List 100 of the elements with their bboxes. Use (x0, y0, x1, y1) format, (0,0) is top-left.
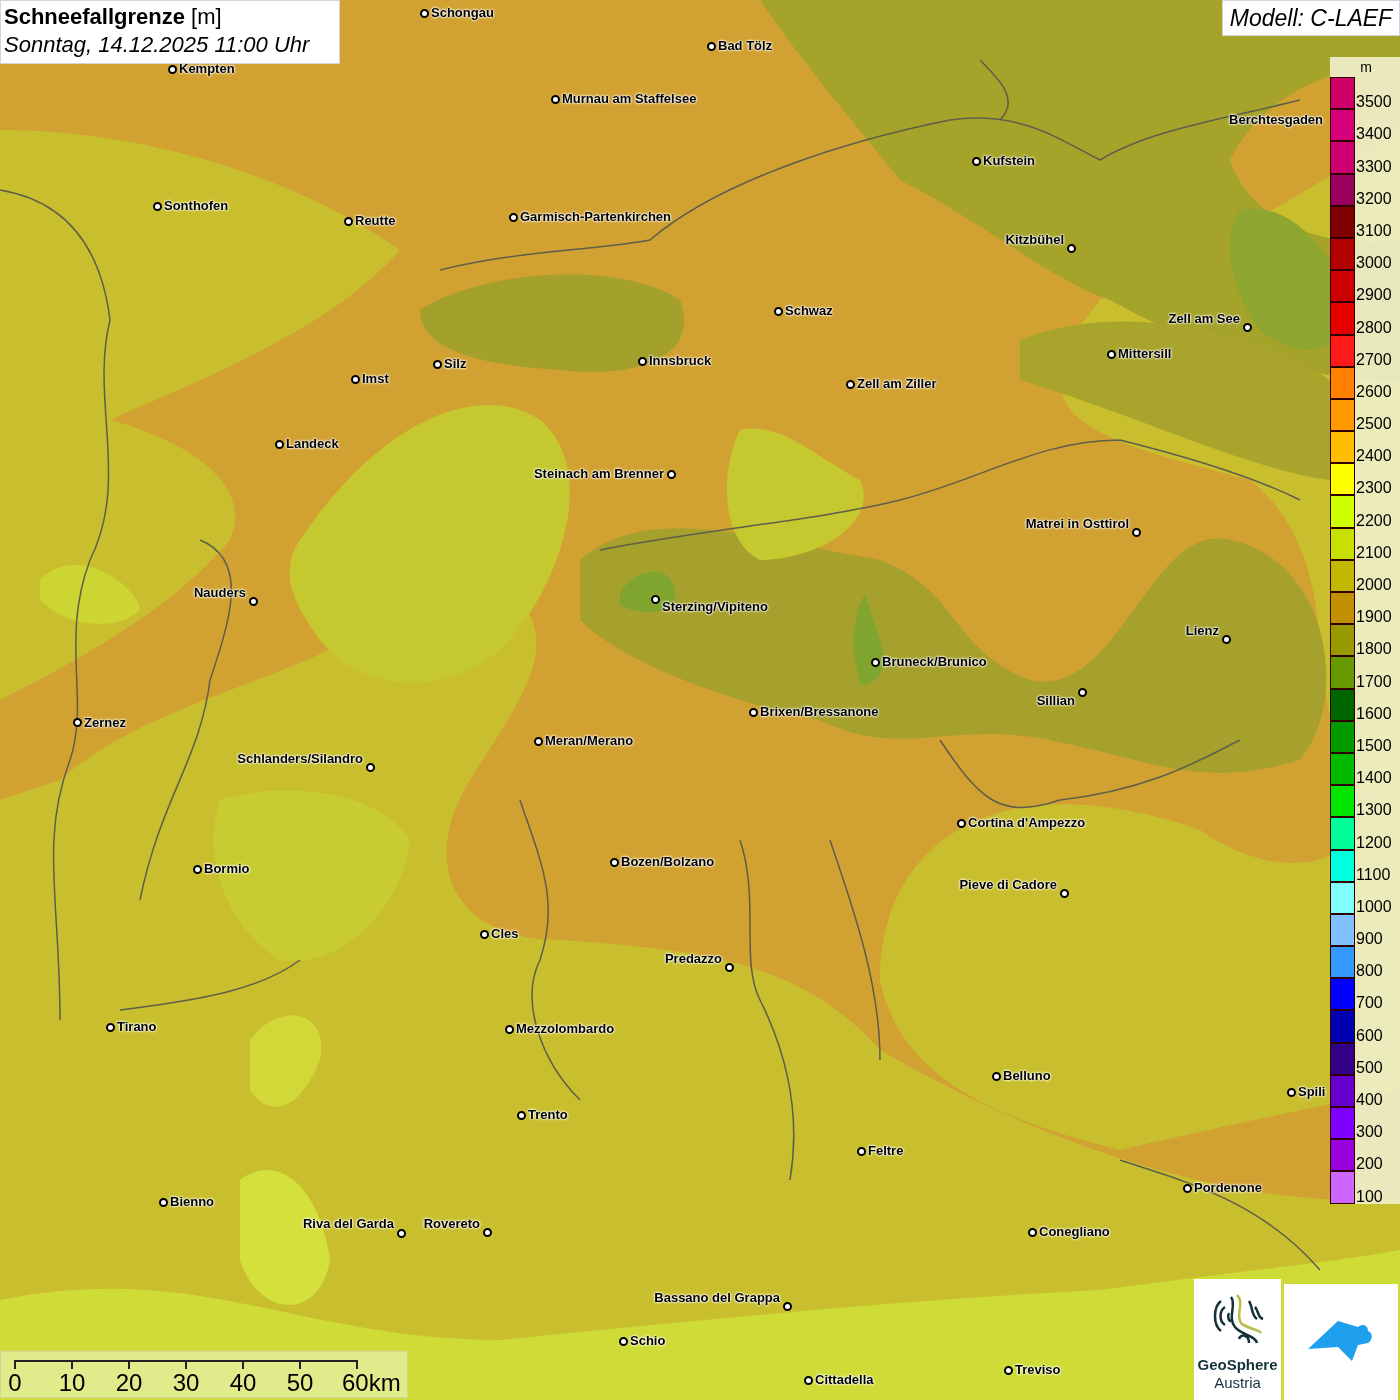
legend-value: 900 (1355, 930, 1383, 949)
legend-value: 1300 (1355, 801, 1392, 820)
legend-value: 2300 (1355, 479, 1392, 498)
city-marker-icon (505, 1025, 514, 1034)
city-label: Lienz (1185, 624, 1219, 637)
city-marker-icon (619, 1337, 628, 1346)
legend-value: 1700 (1355, 672, 1392, 691)
city-marker-icon (1287, 1088, 1296, 1097)
city-label: Brixen/Bressanone (760, 705, 879, 718)
legend-value: 3400 (1355, 125, 1392, 144)
city-label: Innsbruck (649, 354, 712, 367)
city-marker-icon (275, 440, 284, 449)
legend-value: 3500 (1355, 93, 1392, 112)
legend-value: 2700 (1355, 350, 1392, 369)
city-marker-icon (73, 718, 82, 727)
city-label: Trento (528, 1108, 568, 1121)
scale-bar-label: 20 (115, 1370, 143, 1396)
city-label: Nauders (193, 586, 246, 599)
city-label: Zell am Ziller (857, 377, 937, 390)
city-label: Schio (630, 1334, 666, 1347)
legend-value: 300 (1355, 1123, 1383, 1142)
city-label: Spili (1298, 1085, 1326, 1098)
city-label: Predazzo (664, 952, 722, 965)
city-marker-icon (159, 1198, 168, 1207)
city-label: Pieve di Cadore (959, 878, 1057, 891)
city-marker-icon (774, 307, 783, 316)
city-marker-icon (193, 865, 202, 874)
city-marker-icon (483, 1228, 492, 1237)
scale-bar-label: 50 (286, 1370, 314, 1396)
legend-value: 2600 (1355, 382, 1392, 401)
city-label: Murnau am Staffelsee (562, 92, 697, 105)
city-marker-icon (638, 357, 647, 366)
legend-value: 700 (1355, 994, 1383, 1013)
city-label: Matrei in Osttirol (1025, 517, 1129, 530)
city-label: Schongau (431, 6, 494, 19)
city-marker-icon (992, 1072, 1001, 1081)
city-marker-icon (366, 763, 375, 772)
logo-name: GeoSphere (1197, 1356, 1278, 1374)
legend-value: 1200 (1355, 833, 1392, 852)
city-marker-icon (1107, 350, 1116, 359)
city-label: Steinach am Brenner (533, 467, 664, 480)
city-marker-icon (420, 9, 429, 18)
city-label: Schwaz (785, 304, 833, 317)
city-label: Bassano del Grappa (654, 1291, 780, 1304)
legend-value: 1600 (1355, 704, 1392, 723)
city-label: Kitzbühel (1005, 233, 1064, 246)
city-marker-icon (1067, 244, 1076, 253)
city-label: Belluno (1003, 1069, 1051, 1082)
city-label: Schlanders/Silandro (237, 752, 363, 765)
city-label: Mezzolombardo (516, 1022, 615, 1035)
legend-value: 3100 (1355, 221, 1392, 240)
city-label: Conegliano (1039, 1225, 1110, 1238)
city-label: Bruneck/Brunico (882, 655, 987, 668)
legend-value: 2400 (1355, 447, 1392, 466)
city-label: Zell am See (1168, 312, 1240, 325)
city-label: Bozen/Bolzano (621, 855, 715, 868)
legend-value: 2100 (1355, 543, 1392, 562)
city-label: Kempten (179, 62, 235, 75)
city-marker-icon (106, 1023, 115, 1032)
city-label: Bad Tölz (718, 39, 773, 52)
legend-value: 1100 (1355, 865, 1391, 884)
legend-value: 1400 (1355, 769, 1392, 788)
city-marker-icon (351, 375, 360, 384)
city-marker-icon (1004, 1366, 1013, 1375)
city-label: Silz (444, 357, 467, 370)
legend-value: 1900 (1355, 608, 1392, 627)
city-label: Rovereto (423, 1217, 480, 1230)
legend-value: 100 (1355, 1187, 1383, 1206)
city-label: Tirano (117, 1020, 157, 1033)
city-marker-icon (1028, 1228, 1037, 1237)
city-label: Kufstein (983, 154, 1035, 167)
city-label: Bormio (204, 862, 250, 875)
legend-value: 1500 (1355, 736, 1392, 755)
city-label: Sonthofen (164, 199, 229, 212)
city-marker-icon (249, 597, 258, 606)
city-marker-icon (480, 930, 489, 939)
city-marker-icon (871, 658, 880, 667)
scale-bar-label: 30 (172, 1370, 200, 1396)
city-marker-icon (957, 819, 966, 828)
city-marker-icon (707, 42, 716, 51)
legend-value: 3200 (1355, 189, 1392, 208)
city-marker-icon (153, 202, 162, 211)
city-marker-icon (1222, 635, 1231, 644)
city-marker-icon (1132, 528, 1141, 537)
city-marker-icon (972, 157, 981, 166)
city-label: Garmisch-Partenkirchen (520, 210, 671, 223)
map-title: Schneefallgrenze [m] (4, 3, 223, 31)
scale-bar-label: 10 (58, 1370, 86, 1396)
logo-subname: Austria (1214, 1374, 1261, 1392)
legend-value: 400 (1355, 1091, 1383, 1109)
legend-value: 3000 (1355, 254, 1392, 273)
city-marker-icon (725, 963, 734, 972)
city-marker-icon (534, 737, 543, 746)
city-label: Landeck (286, 437, 339, 450)
city-marker-icon (667, 470, 676, 479)
legend-value: 600 (1355, 1026, 1383, 1045)
city-marker-icon (651, 595, 660, 604)
city-marker-icon (1183, 1184, 1192, 1193)
city-label: Sillian (1036, 694, 1075, 707)
legend-value: 200 (1355, 1155, 1383, 1174)
